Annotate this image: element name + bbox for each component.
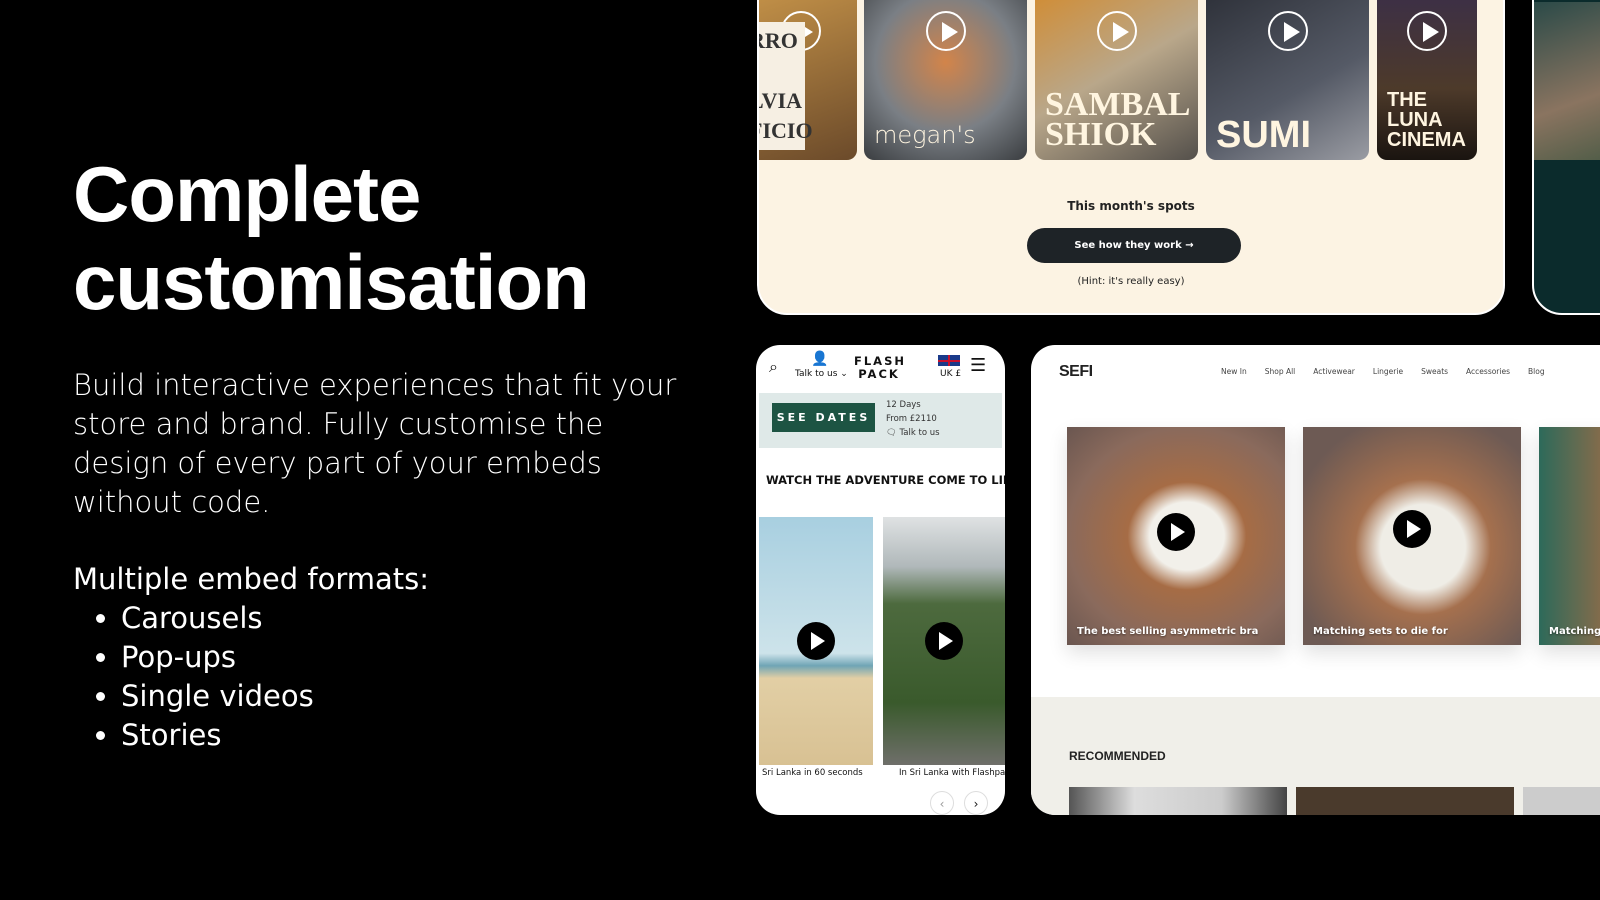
locale-label[interactable]: UK £ [940,369,961,379]
trip-banner: SEE DATES 12 Days From £2110 🗨 Talk to u… [759,393,1002,448]
story-tile[interactable]: THE LUNA CINEMA [1377,0,1477,160]
product-video[interactable]: Matching sets to die for [1303,427,1521,645]
play-icon[interactable] [1267,11,1308,51]
nav-item[interactable]: New In [1221,367,1247,376]
play-icon[interactable] [925,11,966,51]
hint-text: (Hint: it's really easy) [1077,276,1185,287]
intro: Complete customisation Build interactive… [73,150,693,755]
stories-embed-preview: RRO e LVIA FICIO megan's SAMBAL SHIOK SU… [757,0,1505,315]
format-item: Pop-ups [121,638,693,677]
prev-arrow-icon[interactable]: ‹ [930,791,954,815]
main-nav: New In Shop All Activewear Lingerie Swea… [1221,367,1545,376]
play-icon[interactable] [1157,512,1195,551]
recommended-heading: RECOMMENDED [1069,749,1166,763]
flashpack-logo[interactable]: FLASH PACK [854,355,904,381]
play-icon[interactable] [1393,510,1431,549]
section-heading: WATCH THE ADVENTURE COME TO LIFE [766,473,1005,487]
video-thumbnail[interactable] [883,517,1005,765]
talk-to-us-link[interactable]: 🗨 Talk to us [886,426,940,440]
see-how-button[interactable]: See how they work → [1027,228,1241,263]
product-image[interactable] [1523,787,1600,815]
uk-flag-icon[interactable] [938,355,960,366]
video-caption: Sri Lanka in 60 seconds [762,768,863,778]
nav-item[interactable]: Activewear [1313,367,1355,376]
nav-item[interactable]: Accessories [1466,367,1510,376]
formats-title: Multiple embed formats: [73,562,430,596]
format-item: Stories [121,716,693,755]
sefi-desktop-preview: SEFI New In Shop All Activewear Lingerie… [1031,345,1600,815]
video-thumbnail[interactable] [759,517,873,765]
format-item: Single videos [121,677,693,716]
section-title: This month's spots [1067,199,1195,213]
story-tile[interactable]: megan's [864,0,1027,160]
description: Build interactive experiences that fit y… [73,368,677,519]
format-item: Carousels [121,599,693,638]
chat-icon: 🗨 [886,428,900,438]
story-tile[interactable]: RRO e LVIA FICIO [759,0,857,160]
play-icon[interactable] [1407,11,1447,51]
story-tile[interactable]: SUMI [1206,0,1369,160]
nav-item[interactable]: Blog [1528,367,1545,376]
product-video[interactable]: Matching [1539,427,1600,645]
product-image[interactable] [1069,787,1287,815]
product-video[interactable]: The best selling asymmetric bra [1067,427,1285,645]
search-icon[interactable]: ⌕ [769,357,778,377]
play-icon[interactable] [797,622,835,660]
product-image[interactable] [1296,787,1514,815]
mobile-header: ⌕ Talk to us ⌄ 👤 FLASH PACK UK £ ☰ [756,345,1005,393]
video-thumbnail[interactable] [1534,2,1600,160]
sefi-logo[interactable]: SEFI [1059,363,1093,381]
flashpack-mobile-preview: ⌕ Talk to us ⌄ 👤 FLASH PACK UK £ ☰ SEE D… [756,345,1005,815]
nav-item[interactable]: Sweats [1421,367,1448,376]
story-tile[interactable]: SAMBAL SHIOK [1035,0,1198,160]
play-icon[interactable] [1096,11,1137,51]
trip-days: 12 Days [886,400,921,410]
play-icon[interactable] [925,622,963,660]
popup-embed-preview [1532,0,1600,315]
video-caption: In Sri Lanka with Flashpack Suganthi [899,768,1005,778]
nav-item[interactable]: Shop All [1265,367,1296,376]
formats: Multiple embed formats: Carousels Pop-up… [73,560,693,755]
user-icon: 👤 [811,351,829,367]
see-dates-button[interactable]: SEE DATES [772,403,875,432]
talk-link[interactable]: Talk to us ⌄ [795,369,848,379]
nav-item[interactable]: Lingerie [1373,367,1403,376]
trip-price: From £2110 [886,414,937,424]
next-arrow-icon[interactable]: › [964,791,988,815]
menu-icon[interactable]: ☰ [970,355,986,376]
headline: Complete customisation [73,150,590,326]
